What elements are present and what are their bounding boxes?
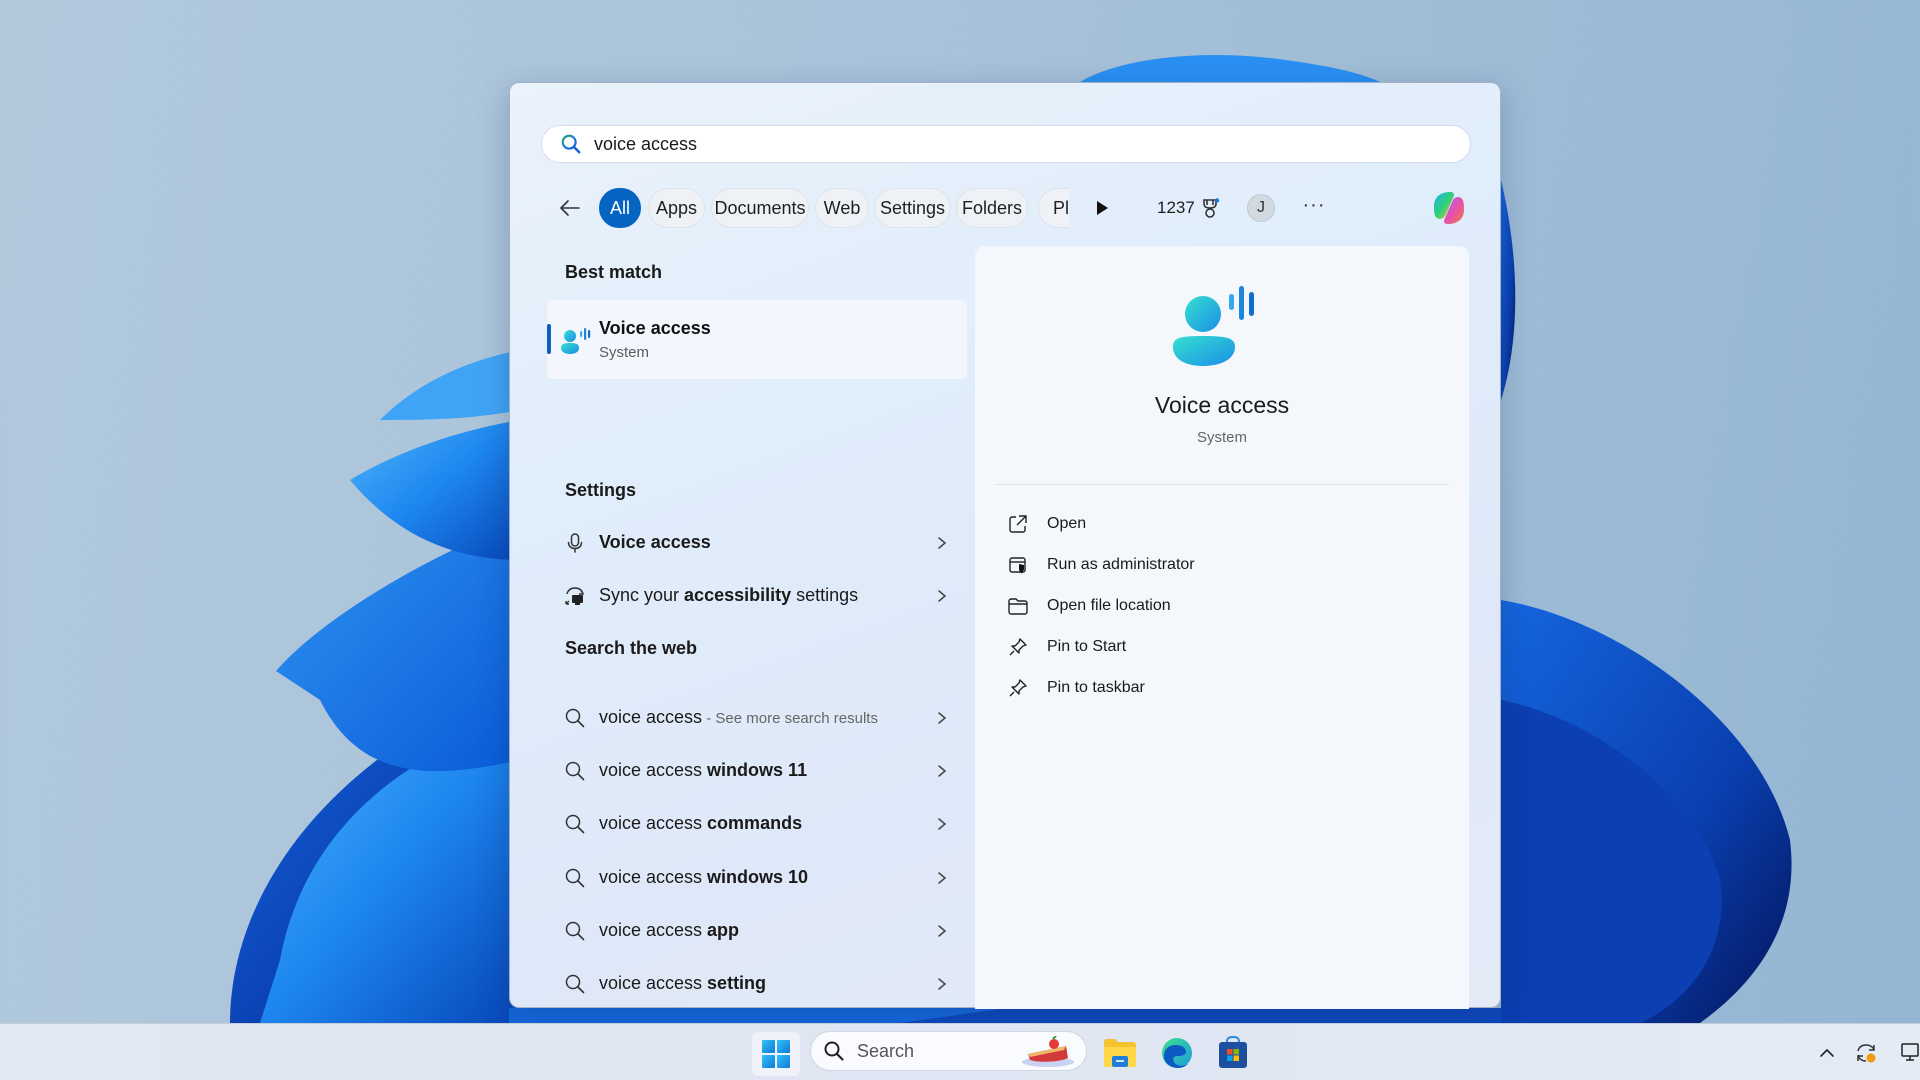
- chevron-right-icon: [938, 590, 947, 602]
- taskbar-edge[interactable]: [1157, 1033, 1197, 1073]
- voice-access-app-icon: [561, 328, 591, 354]
- action-open[interactable]: Open: [995, 506, 1435, 542]
- taskbar-search-box[interactable]: Search: [810, 1031, 1087, 1071]
- tab-web[interactable]: Web: [815, 188, 869, 228]
- chevron-right-icon: [938, 818, 947, 830]
- tab-photos-clipped[interactable]: Pl: [1038, 187, 1069, 229]
- web-suggestion-label: voice access - See more search results: [599, 707, 878, 727]
- chevron-right-icon: [938, 765, 947, 777]
- search-icon: [565, 814, 585, 834]
- voice-access-large-icon: [1173, 286, 1254, 366]
- microsoft-store-icon: [1219, 1036, 1247, 1068]
- back-arrow-icon[interactable]: [557, 196, 583, 220]
- tab-apps[interactable]: Apps: [648, 188, 705, 228]
- taskbar-file-explorer[interactable]: [1100, 1033, 1140, 1073]
- file-explorer-icon: [1104, 1039, 1136, 1067]
- search-icon: [561, 134, 581, 154]
- chevron-right-icon: [938, 872, 947, 884]
- web-suggestion-item[interactable]: voice access app: [547, 908, 967, 954]
- web-suggestion-label: voice access commands: [599, 813, 803, 833]
- sync-status-icon[interactable]: [1853, 1040, 1879, 1066]
- search-icon: [565, 974, 585, 994]
- preview-pane: Voice access System Open Run as administ…: [975, 246, 1469, 1009]
- tab-settings[interactable]: Settings: [874, 188, 951, 228]
- preview-divider: [995, 484, 1449, 485]
- rewards-points[interactable]: 1237: [1157, 197, 1221, 219]
- settings-item-sync-accessibility[interactable]: Sync your accessibility settings: [547, 573, 967, 619]
- web-suggestion-item[interactable]: voice access commands: [547, 801, 967, 847]
- web-suggestion-item[interactable]: voice access - See more search results: [547, 695, 967, 741]
- search-box[interactable]: [541, 125, 1471, 163]
- settings-item-voice-access[interactable]: Voice access: [547, 520, 967, 566]
- search-the-web-header: Search the web: [565, 638, 698, 658]
- best-match-header: Best match: [565, 262, 663, 282]
- edge-browser-icon: [1162, 1038, 1192, 1068]
- search-icon: [565, 921, 585, 941]
- tab-photos[interactable]: Pl: [1038, 188, 1069, 228]
- chevron-right-icon: [938, 712, 947, 724]
- chevron-right-icon: [938, 537, 947, 549]
- settings-header: Settings: [565, 480, 637, 500]
- tab-documents[interactable]: Documents: [711, 188, 809, 228]
- pin-icon: [1009, 679, 1027, 697]
- search-input[interactable]: [594, 133, 1414, 155]
- web-suggestion-item[interactable]: voice access windows 10: [547, 855, 967, 901]
- network-icon[interactable]: [1900, 1040, 1920, 1066]
- rewards-trophy-icon: [1203, 198, 1220, 218]
- best-match-item[interactable]: Voice access System: [547, 300, 967, 379]
- admin-shield-icon: [1009, 557, 1026, 574]
- action-pin-to-taskbar[interactable]: Pin to taskbar: [995, 670, 1435, 706]
- chevron-right-icon: [938, 925, 947, 937]
- taskbar-search-label: Search: [857, 1040, 915, 1061]
- action-open-file-location[interactable]: Open file location: [995, 588, 1435, 624]
- web-suggestion-item[interactable]: voice access setting: [547, 961, 967, 1007]
- best-match-title: Voice access: [599, 318, 711, 338]
- filter-tabs: All Apps Documents Web Settings Folders …: [541, 187, 1471, 229]
- preview-title: Voice access: [1154, 392, 1290, 418]
- selection-indicator: [547, 324, 551, 354]
- tab-folders[interactable]: Folders: [956, 188, 1028, 228]
- sync-accessibility-icon: [565, 587, 585, 605]
- search-icon: [824, 1041, 844, 1061]
- settings-item-label: Sync your accessibility settings: [599, 585, 859, 605]
- tab-all[interactable]: All: [599, 188, 641, 228]
- action-run-as-administrator[interactable]: Run as administrator: [995, 547, 1435, 583]
- folder-icon: [1008, 598, 1028, 615]
- preview-subtitle: System: [1196, 429, 1247, 446]
- windows-logo-icon: [762, 1040, 790, 1068]
- web-suggestion-item[interactable]: voice access windows 11: [547, 748, 967, 794]
- start-button[interactable]: [752, 1032, 800, 1076]
- search-icon: [565, 868, 585, 888]
- web-suggestion-label: voice access app: [599, 920, 740, 940]
- rewards-points-value: 1237: [1157, 198, 1195, 217]
- taskbar: Search: [0, 1023, 1920, 1080]
- pin-icon: [1009, 638, 1027, 656]
- account-avatar[interactable]: J: [1247, 194, 1275, 222]
- web-suggestion-label: voice access windows 11: [599, 760, 808, 780]
- copilot-icon[interactable]: [1428, 188, 1470, 228]
- show-hidden-icons-chevron-up-icon[interactable]: [1814, 1040, 1840, 1066]
- action-pin-to-start[interactable]: Pin to Start: [995, 629, 1435, 665]
- web-suggestion-label: voice access setting: [599, 973, 767, 993]
- search-panel: All Apps Documents Web Settings Folders …: [509, 82, 1501, 1047]
- taskbar-store[interactable]: [1213, 1033, 1253, 1073]
- chevron-right-icon: [938, 978, 947, 990]
- settings-item-label: Voice access: [599, 532, 711, 552]
- scroll-tabs-right-icon[interactable]: [1093, 199, 1111, 217]
- search-highlight-pie-icon: [1022, 1036, 1074, 1067]
- web-suggestion-label: voice access windows 10: [599, 867, 809, 887]
- search-icon: [565, 761, 585, 781]
- best-match-subtitle: System: [599, 344, 650, 361]
- microphone-icon: [567, 533, 583, 553]
- open-external-icon: [1009, 515, 1027, 533]
- search-icon: [565, 708, 585, 728]
- more-options-button[interactable]: ···: [1301, 195, 1327, 221]
